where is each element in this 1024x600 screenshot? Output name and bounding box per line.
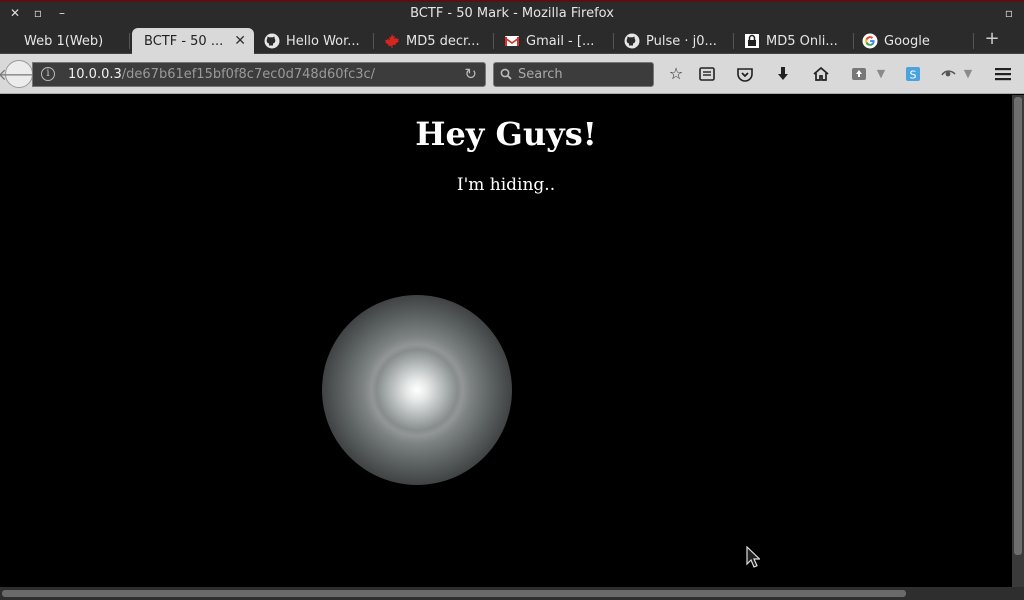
close-tab-icon[interactable]: ✕ bbox=[234, 33, 246, 49]
tab-bctf[interactable]: BCTF - 50 ... ✕ bbox=[132, 28, 254, 54]
horizontal-scrollbar[interactable] bbox=[0, 587, 1024, 600]
hamburger-menu-icon[interactable] bbox=[993, 64, 1013, 84]
vertical-scrollbar-thumb[interactable] bbox=[1014, 97, 1022, 555]
tab-label: Web 1(Web) bbox=[24, 33, 104, 49]
tab-label: MD5 decr... bbox=[406, 33, 480, 49]
page-heading: Hey Guys! bbox=[415, 115, 597, 153]
search-icon bbox=[500, 68, 512, 80]
window-close-right-button[interactable]: ▫ bbox=[1002, 6, 1016, 20]
tab-label: Pulse · j0... bbox=[646, 33, 717, 49]
tab-separator bbox=[733, 33, 734, 49]
mouse-cursor-icon bbox=[746, 546, 760, 568]
maple-leaf-icon bbox=[385, 34, 399, 48]
site-info-icon[interactable]: i bbox=[41, 67, 55, 81]
reload-icon[interactable]: ↻ bbox=[464, 65, 477, 83]
extension-dropdown-icon[interactable]: ▼ bbox=[871, 64, 891, 84]
url-host: 10.0.0.3 bbox=[68, 67, 122, 82]
eye-extension-icon[interactable] bbox=[939, 64, 959, 84]
search-input[interactable]: Search bbox=[493, 62, 654, 87]
tab-strip: Web 1(Web) BCTF - 50 ... ✕ Hello Wor... … bbox=[0, 26, 1024, 54]
reading-list-icon[interactable] bbox=[697, 64, 717, 84]
tab-label: MD5 Onli... bbox=[766, 33, 838, 49]
tab-label: BCTF - 50 ... bbox=[144, 33, 224, 49]
tab-gmail[interactable]: Gmail - [... bbox=[502, 28, 614, 54]
search-placeholder: Search bbox=[518, 67, 563, 82]
navigation-toolbar: 🡐 i 10.0.0.3/de67b61ef15bf0f8c7ec0d748d6… bbox=[0, 54, 1024, 94]
extension-upload-icon[interactable] bbox=[849, 64, 869, 84]
svg-text:S: S bbox=[910, 69, 917, 82]
url-path: /de67b61ef15bf0f8c7ec0d748d60fc3c/ bbox=[121, 67, 376, 82]
lock-icon bbox=[745, 34, 759, 48]
tab-md5-decrypt[interactable]: MD5 decr... bbox=[382, 28, 494, 54]
tab-md5-online[interactable]: MD5 Onli... bbox=[742, 28, 854, 54]
extension-dropdown-icon[interactable]: ▼ bbox=[958, 64, 978, 84]
tab-pulse[interactable]: Pulse · j0... bbox=[622, 28, 734, 54]
tab-web1[interactable]: Web 1(Web) bbox=[0, 28, 130, 54]
tab-label: Gmail - [... bbox=[526, 33, 595, 49]
back-button[interactable]: 🡐 bbox=[0, 60, 40, 88]
url-bar[interactable]: i 10.0.0.3/de67b61ef15bf0f8c7ec0d748d60f… bbox=[32, 62, 486, 87]
github-icon bbox=[624, 33, 640, 49]
window-titlebar: ✕ ▫ – BCTF - 50 Mark - Mozilla Firefox ▫ bbox=[0, 0, 1024, 26]
horizontal-scrollbar-thumb[interactable] bbox=[2, 590, 906, 597]
page-subtext: I'm hiding.. bbox=[456, 175, 556, 195]
url-text[interactable]: 10.0.0.3/de67b61ef15bf0f8c7ec0d748d60fc3… bbox=[68, 67, 375, 82]
tab-separator bbox=[493, 33, 494, 49]
tab-separator bbox=[973, 33, 974, 49]
tab-google[interactable]: Google bbox=[862, 28, 974, 54]
download-icon[interactable] bbox=[773, 64, 793, 84]
google-icon bbox=[862, 33, 878, 49]
tab-separator bbox=[373, 33, 374, 49]
tab-separator bbox=[613, 33, 614, 49]
tab-hello-world[interactable]: Hello Wor... bbox=[262, 28, 374, 54]
home-icon[interactable] bbox=[811, 64, 831, 84]
new-tab-button[interactable]: + bbox=[982, 29, 1002, 49]
pocket-icon[interactable] bbox=[735, 64, 755, 84]
tab-separator bbox=[853, 33, 854, 49]
glowing-orb-image bbox=[322, 295, 512, 485]
tab-label: Google bbox=[884, 33, 930, 49]
window-title: BCTF - 50 Mark - Mozilla Firefox bbox=[410, 6, 614, 21]
github-icon bbox=[264, 33, 280, 49]
gmail-icon bbox=[505, 36, 519, 46]
s-extension-icon[interactable]: S bbox=[903, 64, 923, 84]
page-content: Hey Guys! I'm hiding.. bbox=[0, 95, 1012, 587]
tab-separator bbox=[129, 33, 130, 49]
bookmark-star-icon[interactable]: ☆ bbox=[666, 64, 686, 84]
tab-label: Hello Wor... bbox=[286, 33, 360, 49]
vertical-scrollbar[interactable] bbox=[1012, 95, 1024, 587]
